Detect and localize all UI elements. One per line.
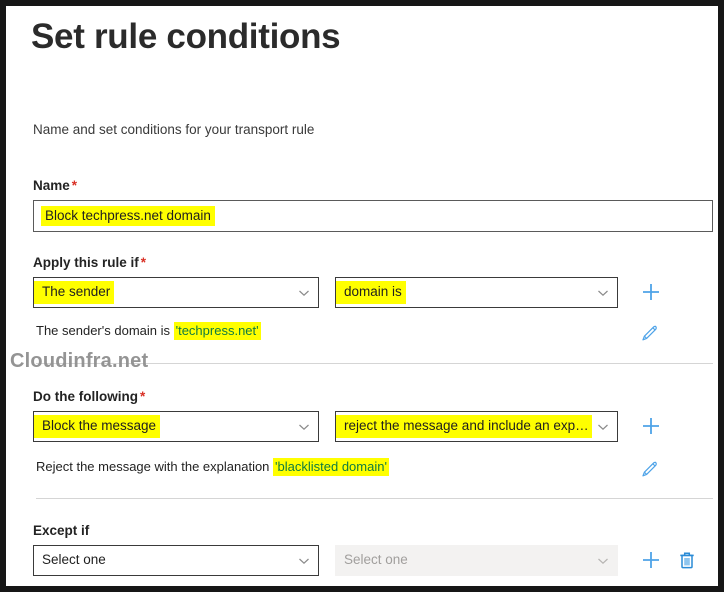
except-if-add-button[interactable] — [640, 549, 662, 571]
plus-icon — [643, 284, 659, 300]
do-following-action-value: Block the message — [34, 415, 161, 438]
do-following-description-value: 'blacklisted domain' — [273, 458, 389, 476]
pencil-icon — [642, 325, 657, 341]
except-if-label: Except if — [33, 523, 91, 538]
apply-if-add-button[interactable] — [640, 281, 662, 303]
except-if-operator-value: Select one — [344, 552, 408, 567]
do-following-edit-button[interactable] — [639, 458, 661, 480]
apply-if-label-text: Apply this rule if — [33, 255, 139, 270]
do-following-description-prefix: Reject the message with the explanation — [36, 459, 274, 474]
chevron-down-icon — [596, 420, 610, 434]
page-subtitle: Name and set conditions for your transpo… — [33, 122, 315, 137]
apply-if-operator-value: domain is — [336, 281, 406, 304]
dialog-content: Set rule conditions Name and set conditi… — [6, 6, 718, 586]
apply-if-description: The sender's domain is 'techpress.net' — [36, 322, 261, 340]
apply-if-required-asterisk: * — [140, 255, 147, 270]
divider-bottom — [36, 498, 713, 499]
do-following-description: Reject the message with the explanation … — [36, 458, 389, 476]
watermark: Cloudinfra.net — [10, 350, 149, 372]
do-following-action-select[interactable]: Block the message — [33, 411, 319, 442]
name-label-text: Name — [33, 178, 70, 193]
trash-icon — [680, 552, 694, 569]
except-if-label-text: Except if — [33, 523, 90, 538]
except-if-operator-select: Select one — [335, 545, 618, 576]
except-if-delete-button[interactable] — [676, 549, 698, 571]
name-input-value: Block techpress.net domain — [41, 206, 215, 226]
apply-if-condition-select[interactable]: The sender — [33, 277, 319, 308]
chevron-down-icon — [596, 554, 610, 568]
chevron-down-icon — [297, 286, 311, 300]
except-if-condition-value: Select one — [42, 552, 106, 567]
do-following-label: Do the following * — [33, 389, 145, 404]
apply-if-description-value: 'techpress.net' — [173, 322, 261, 340]
name-label: Name * — [33, 178, 77, 193]
do-following-action-detail-value: reject the message and include an exp… — [336, 415, 592, 438]
do-following-label-text: Do the following — [33, 389, 138, 404]
pencil-icon — [642, 461, 657, 477]
do-following-add-button[interactable] — [640, 415, 662, 437]
apply-if-label: Apply this rule if * — [33, 255, 146, 270]
chevron-down-icon — [297, 554, 311, 568]
set-rule-conditions-dialog: Set rule conditions Name and set conditi… — [0, 0, 724, 592]
except-if-condition-select[interactable]: Select one — [33, 545, 319, 576]
plus-icon — [643, 418, 659, 434]
chevron-down-icon — [297, 420, 311, 434]
page-title: Set rule conditions — [31, 17, 341, 56]
do-following-action-detail-select[interactable]: reject the message and include an exp… — [335, 411, 618, 442]
apply-if-operator-select[interactable]: domain is — [335, 277, 618, 308]
apply-if-condition-value: The sender — [34, 281, 115, 304]
do-following-required-asterisk: * — [139, 389, 146, 404]
name-input[interactable]: Block techpress.net domain — [33, 200, 713, 232]
plus-icon — [643, 552, 659, 568]
apply-if-edit-button[interactable] — [639, 322, 661, 344]
chevron-down-icon — [596, 286, 610, 300]
apply-if-description-prefix: The sender's domain is — [36, 323, 174, 338]
name-required-asterisk: * — [71, 178, 78, 193]
